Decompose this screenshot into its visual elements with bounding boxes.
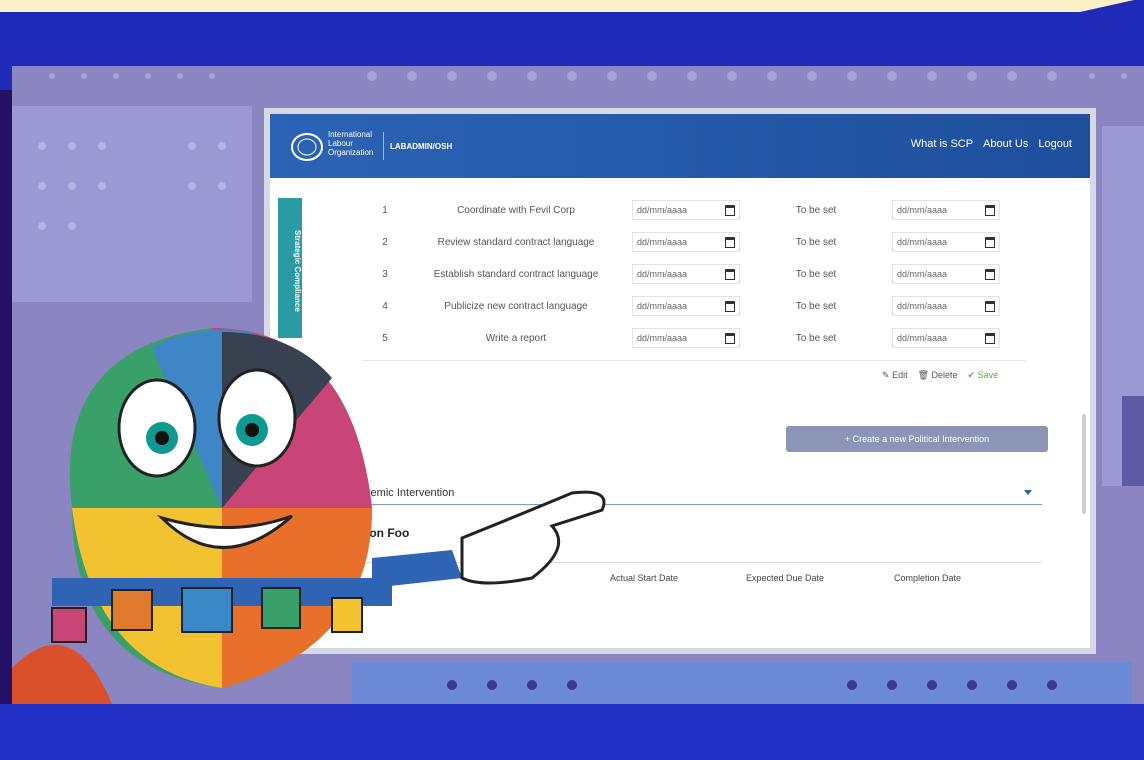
bottom-bar <box>0 704 1144 760</box>
delete-button[interactable]: 🗑 Delete <box>918 370 958 381</box>
app-header: International Labour Organization LABADM… <box>270 114 1090 178</box>
date-placeholder: dd/mm/aaaa <box>897 269 948 279</box>
nav-logout[interactable]: Logout <box>1038 138 1072 150</box>
task-status: To be set <box>795 236 837 248</box>
col-expected-due-date: Expected Due Date <box>746 573 825 583</box>
header-separator <box>383 132 384 160</box>
save-label: Save <box>977 370 999 380</box>
task-status: To be set <box>795 204 837 216</box>
task-status: To be set <box>795 332 837 344</box>
mascot-body-icon <box>12 328 606 704</box>
due-date-field[interactable]: dd/mm/aaaa <box>884 194 1008 226</box>
calendar-icon[interactable] <box>985 204 995 216</box>
task-number: 3 <box>382 268 388 280</box>
date-placeholder: dd/mm/aaaa <box>637 237 688 247</box>
task-number: 2 <box>382 236 388 248</box>
actual-start-date-field[interactable]: dd/mm/aaaa <box>624 194 748 226</box>
check-circle-icon: ✔ <box>967 370 976 380</box>
org-name: International Labour Organization <box>328 130 380 157</box>
calendar-icon[interactable] <box>985 268 995 280</box>
actual-start-date-field[interactable]: dd/mm/aaaa <box>624 258 748 290</box>
edit-button[interactable]: ✎ Edit <box>882 370 908 381</box>
due-date-field[interactable]: dd/mm/aaaa <box>884 258 1008 290</box>
task-status: To be set <box>795 268 837 280</box>
org-name-line2: Labour <box>328 139 353 148</box>
ilo-logo-icon <box>291 133 323 161</box>
scrollbar[interactable] <box>1082 414 1086 514</box>
calendar-icon[interactable] <box>985 236 995 248</box>
task-row: 1 Coordinate with Fevil Corp dd/mm/aaaa … <box>362 194 1008 226</box>
col-completion-date: Completion Date <box>894 573 962 583</box>
calendar-icon[interactable] <box>725 300 735 312</box>
date-placeholder: dd/mm/aaaa <box>897 333 948 343</box>
due-date-field[interactable]: dd/mm/aaaa <box>884 226 1008 258</box>
task-number: 1 <box>382 204 388 216</box>
cartoon-scene: International Labour Organization LABADM… <box>12 66 1144 704</box>
calendar-icon[interactable] <box>725 236 735 248</box>
top-banner <box>0 0 1144 12</box>
date-placeholder: dd/mm/aaaa <box>897 301 948 311</box>
wall-dots-top <box>49 71 1127 81</box>
org-name-line3: Organization <box>328 148 374 157</box>
create-political-intervention-button[interactable]: + Create a new Political Intervention <box>786 426 1048 452</box>
task-name: Review standard contract language <box>437 236 595 248</box>
save-button[interactable]: ✔ Save <box>968 370 999 381</box>
due-date-field[interactable]: dd/mm/aaaa <box>884 322 1008 354</box>
actual-start-date-field[interactable]: dd/mm/aaaa <box>624 226 748 258</box>
calendar-icon[interactable] <box>985 332 995 344</box>
task-row: 3 Establish standard contract language d… <box>362 258 1008 290</box>
task-name: Establish standard contract language <box>433 268 599 280</box>
nav-what-is-scp[interactable]: What is SCP <box>911 138 973 150</box>
calendar-icon[interactable] <box>725 268 735 280</box>
date-placeholder: dd/mm/aaaa <box>897 237 948 247</box>
calendar-icon[interactable] <box>725 332 735 344</box>
org-name-line1: International <box>328 130 373 139</box>
nav-about-us[interactable]: About Us <box>983 138 1028 150</box>
task-status: To be set <box>795 300 837 312</box>
calendar-icon[interactable] <box>985 300 995 312</box>
edit-icon: ✎ <box>882 370 890 380</box>
task-row: 2 Review standard contract language dd/m… <box>362 226 1008 258</box>
date-placeholder: dd/mm/aaaa <box>897 205 948 215</box>
app-name: LABADMIN/OSH <box>390 142 453 151</box>
mascot-character <box>12 328 606 704</box>
wall-panel-left <box>12 106 252 302</box>
row-actions: ✎ Edit 🗑 Delete ✔ Save <box>882 370 998 381</box>
date-placeholder: dd/mm/aaaa <box>637 205 688 215</box>
left-edge-shadow <box>0 90 12 704</box>
date-placeholder: dd/mm/aaaa <box>637 269 688 279</box>
caret-down-icon <box>1024 490 1032 495</box>
task-name: Coordinate with Fevil Corp <box>457 204 575 216</box>
wall-panel-right <box>1102 126 1144 486</box>
due-date-field[interactable]: dd/mm/aaaa <box>884 290 1008 322</box>
calendar-icon[interactable] <box>725 204 735 216</box>
delete-label: Delete <box>931 370 958 380</box>
top-nav: What is SCP About Us Logout <box>911 138 1072 150</box>
trash-icon: 🗑 <box>917 370 930 380</box>
edit-label: Edit <box>892 370 908 380</box>
